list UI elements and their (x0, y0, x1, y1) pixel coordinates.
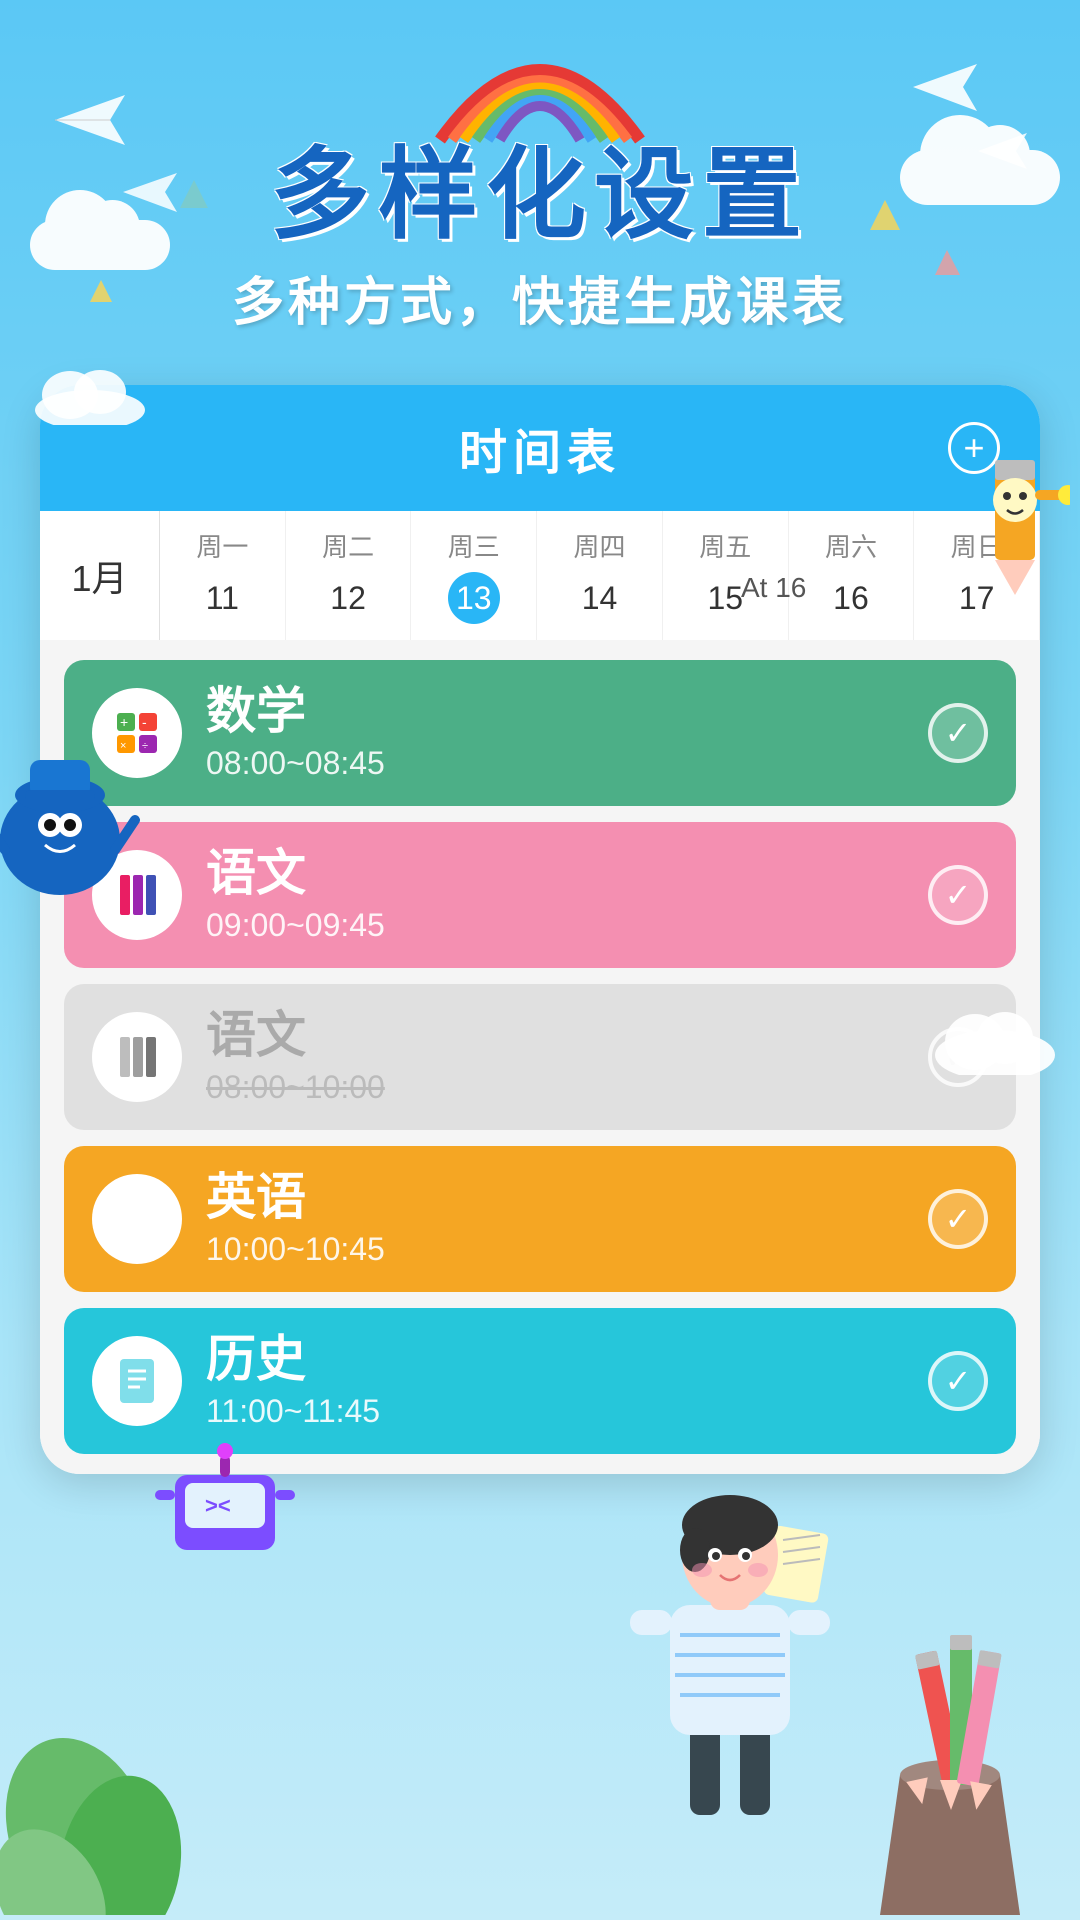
triangle-deco-1 (870, 200, 900, 235)
check-icon[interactable]: ✓ (928, 1351, 988, 1411)
svg-text:-: - (142, 714, 147, 730)
subject-info-english: 英语 10:00~10:45 (206, 1170, 904, 1268)
subject-name: 语文 (206, 1008, 904, 1063)
subject-info-history: 历史 11:00~11:45 (206, 1332, 904, 1430)
sub-title: 多种方式，快捷生成课表 (40, 260, 1040, 335)
calendar-row: 1月 周一11周二12周三13周四14周五15周六16周日17 (40, 511, 1040, 640)
day-name: 周一 (196, 527, 248, 564)
day-cell[interactable]: 周一 11 (160, 511, 286, 640)
schedule-list: +-×÷数学08:00~08:45✓语文09:00~09:45✓语文08:00~… (40, 640, 1040, 1474)
day-number: 13 (448, 572, 500, 624)
subject-time: 09:00~09:45 (206, 907, 904, 944)
subject-name: 数学 (206, 684, 904, 739)
svg-text:A: A (117, 1203, 140, 1239)
leaf-left (0, 1615, 250, 1920)
day-cell[interactable]: 周三 13 (411, 511, 537, 640)
cloud-float-left (30, 360, 150, 430)
check-icon[interactable]: ✓ (928, 865, 988, 925)
days-row: 周一11周二12周三13周四14周五15周六16周日17 (160, 511, 1040, 640)
subject-info-chinese2: 语文 08:00~10:00 (206, 1008, 904, 1106)
paper-plane-2 (120, 170, 180, 220)
check-mark: ✓ (945, 714, 972, 752)
schedule-item-english[interactable]: A 英语 10:00~10:45 ✓ (64, 1146, 1016, 1292)
schedule-item-math[interactable]: +-×÷数学08:00~08:45✓ (64, 660, 1016, 806)
pencil-character (960, 420, 1070, 605)
day-number: 14 (574, 572, 626, 624)
student-figure (620, 1455, 840, 1840)
schedule-item-chinese1[interactable]: 语文 09:00~09:45 ✓ (64, 822, 1016, 968)
day-name: 周四 (574, 527, 626, 564)
card-header: 时间表 + (40, 385, 1040, 511)
svg-text:><: >< (205, 1493, 231, 1518)
day-number: 11 (196, 572, 248, 624)
month-label: 1月 (71, 550, 127, 602)
schedule-card: 时间表 + 1月 周一11周二12周三13周四14周五15周六16周日17 +-… (40, 385, 1040, 1474)
triangle-deco-3 (180, 180, 208, 213)
subject-icon-chinese2 (92, 1012, 182, 1102)
subject-name: 英语 (206, 1170, 904, 1225)
check-icon[interactable]: ✓ (928, 1189, 988, 1249)
day-name: 周三 (448, 527, 500, 564)
day-number: 16 (825, 572, 877, 624)
check-mark: ✓ (945, 1200, 972, 1238)
subject-info-math: 数学 08:00~08:45 (206, 684, 904, 782)
svg-text:+: + (120, 714, 128, 730)
card-title: 时间表 (459, 413, 621, 483)
at16-badge: At 16 (741, 572, 806, 604)
subject-icon-english: A (92, 1174, 182, 1264)
subject-info-chinese1: 语文 09:00~09:45 (206, 846, 904, 944)
cloud-float-right (930, 1000, 1060, 1080)
paper-plane-3 (910, 60, 980, 120)
day-cell[interactable]: 周四 14 (537, 511, 663, 640)
check-mark: ✓ (945, 876, 972, 914)
day-cell[interactable]: 周二 12 (286, 511, 412, 640)
day-name: 周五 (699, 527, 751, 564)
month-cell: 1月 (40, 511, 160, 640)
subject-name: 历史 (206, 1332, 904, 1387)
content-wrapper: 多样化设置 多种方式，快捷生成课表 (0, 0, 1080, 1920)
paper-plane-1 (50, 90, 130, 155)
subject-name: 语文 (206, 846, 904, 901)
subject-time: 08:00~10:00 (206, 1069, 904, 1106)
svg-text:÷: ÷ (142, 740, 148, 752)
paper-plane-4 (975, 130, 1030, 177)
whale-character (0, 730, 140, 915)
check-mark: ✓ (945, 1362, 972, 1400)
check-icon[interactable]: ✓ (928, 703, 988, 763)
subject-time: 11:00~11:45 (206, 1393, 904, 1430)
schedule-item-chinese2[interactable]: 语文08:00~10:00✓ (64, 984, 1016, 1130)
robot-mascot: >< (150, 1425, 300, 1570)
rainbow-decoration (430, 30, 650, 150)
pencil-cup (860, 1605, 1040, 1920)
triangle-deco-2 (935, 250, 960, 280)
day-number: 12 (322, 572, 374, 624)
triangle-deco-4 (90, 280, 112, 307)
subject-icon-history (92, 1336, 182, 1426)
subject-time: 10:00~10:45 (206, 1231, 904, 1268)
day-name: 周六 (825, 527, 877, 564)
subject-time: 08:00~08:45 (206, 745, 904, 782)
day-name: 周二 (322, 527, 374, 564)
day-cell[interactable]: 周六 16 (789, 511, 915, 640)
